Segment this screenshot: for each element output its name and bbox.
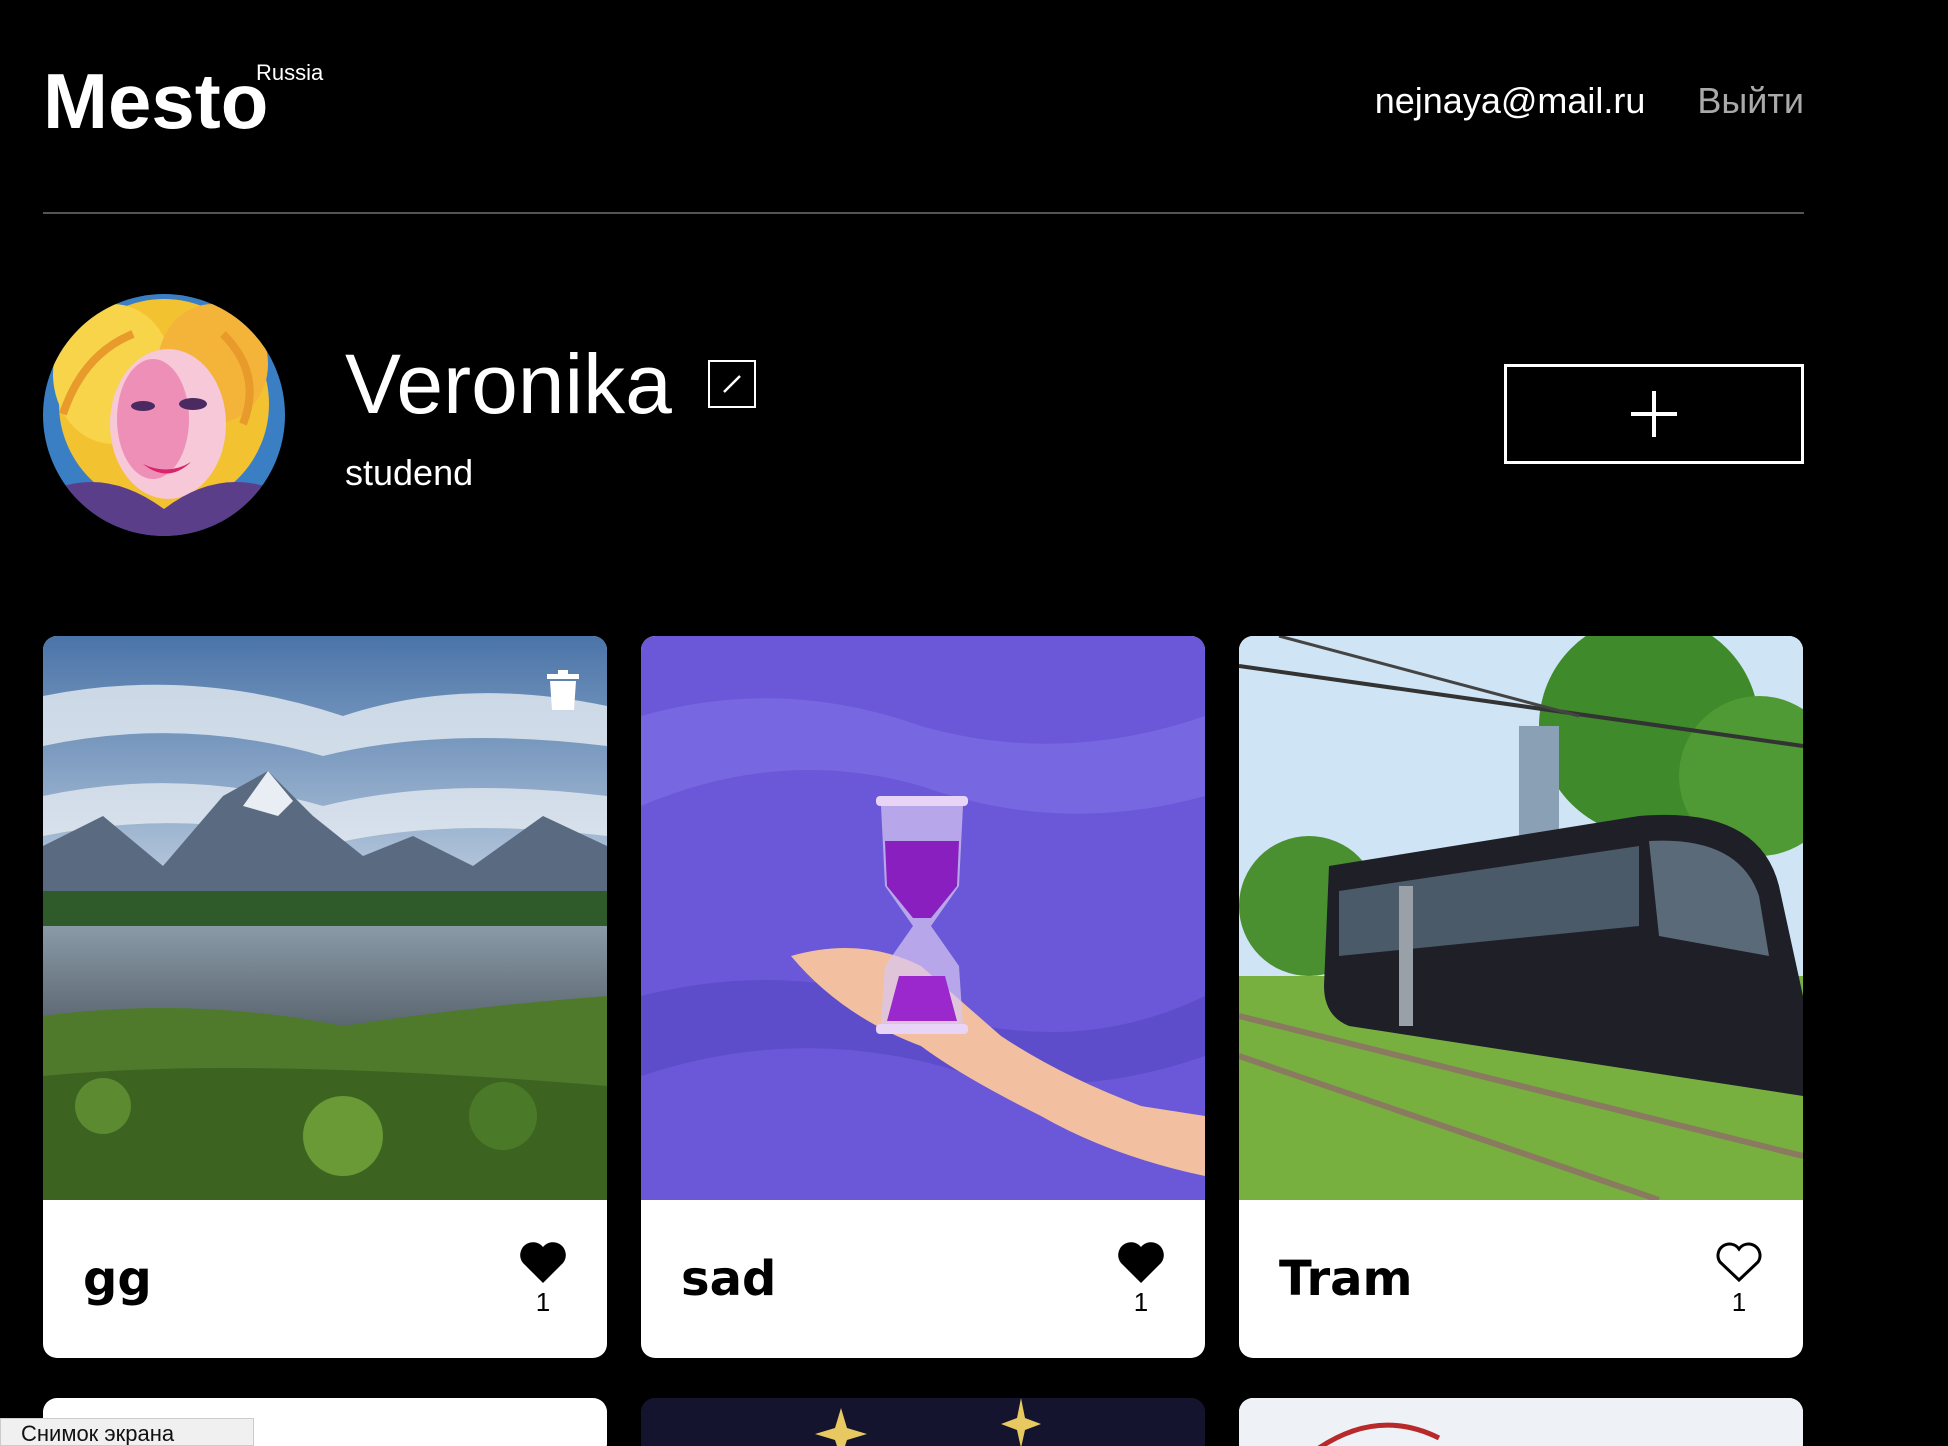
card-image[interactable] bbox=[1239, 1398, 1803, 1446]
avatar[interactable] bbox=[43, 294, 285, 536]
header-user-menu: nejnaya@mail.ru Выйти bbox=[1375, 80, 1804, 122]
logout-link[interactable]: Выйти bbox=[1697, 80, 1804, 122]
logo-superscript: Russia bbox=[256, 60, 324, 85]
card bbox=[1239, 1398, 1803, 1446]
card-title: gg bbox=[83, 1251, 152, 1307]
card bbox=[641, 1398, 1205, 1446]
card-image[interactable] bbox=[1239, 636, 1803, 1200]
card-footer: Tram 1 bbox=[1239, 1200, 1803, 1358]
card-title: sad bbox=[681, 1251, 777, 1307]
add-card-button[interactable] bbox=[1504, 364, 1804, 464]
profile-name: Veronika bbox=[345, 337, 672, 431]
card-title: Tram bbox=[1279, 1251, 1413, 1307]
profile-name-row: Veronika bbox=[345, 342, 756, 426]
profile: Veronika studend bbox=[43, 294, 1804, 536]
like-count: 1 bbox=[1731, 1286, 1747, 1317]
card: gg 1 bbox=[43, 636, 607, 1358]
card: Tram 1 bbox=[1239, 636, 1803, 1358]
heart-icon[interactable] bbox=[519, 1241, 567, 1283]
trash-icon[interactable] bbox=[545, 670, 581, 710]
like-box: 1 bbox=[1715, 1241, 1763, 1318]
card-footer: sad 1 bbox=[641, 1200, 1205, 1358]
like-count: 1 bbox=[535, 1286, 551, 1317]
cards-grid: gg 1 sad 1 Tram 1 bbox=[43, 636, 1804, 1446]
screenshot-tooltip: Снимок экрана bbox=[0, 1418, 254, 1446]
profile-about: studend bbox=[345, 452, 474, 493]
card: sad 1 bbox=[641, 636, 1205, 1358]
like-box: 1 bbox=[519, 1241, 567, 1318]
heart-icon[interactable] bbox=[1117, 1241, 1165, 1283]
header: Mesto Russia nejnaya@mail.ru Выйти bbox=[43, 0, 1804, 214]
pencil-icon bbox=[723, 375, 741, 393]
card-image[interactable] bbox=[641, 636, 1205, 1200]
card-image[interactable] bbox=[641, 1398, 1205, 1446]
edit-profile-button[interactable] bbox=[707, 360, 756, 408]
logo[interactable]: Mesto bbox=[43, 62, 268, 140]
like-count: 1 bbox=[1133, 1286, 1149, 1317]
card-image[interactable] bbox=[43, 636, 607, 1200]
plus-icon bbox=[1631, 391, 1677, 437]
like-box: 1 bbox=[1117, 1241, 1165, 1318]
card-footer: gg 1 bbox=[43, 1200, 607, 1358]
heart-outline-icon[interactable] bbox=[1715, 1241, 1763, 1283]
user-email: nejnaya@mail.ru bbox=[1374, 80, 1646, 121]
